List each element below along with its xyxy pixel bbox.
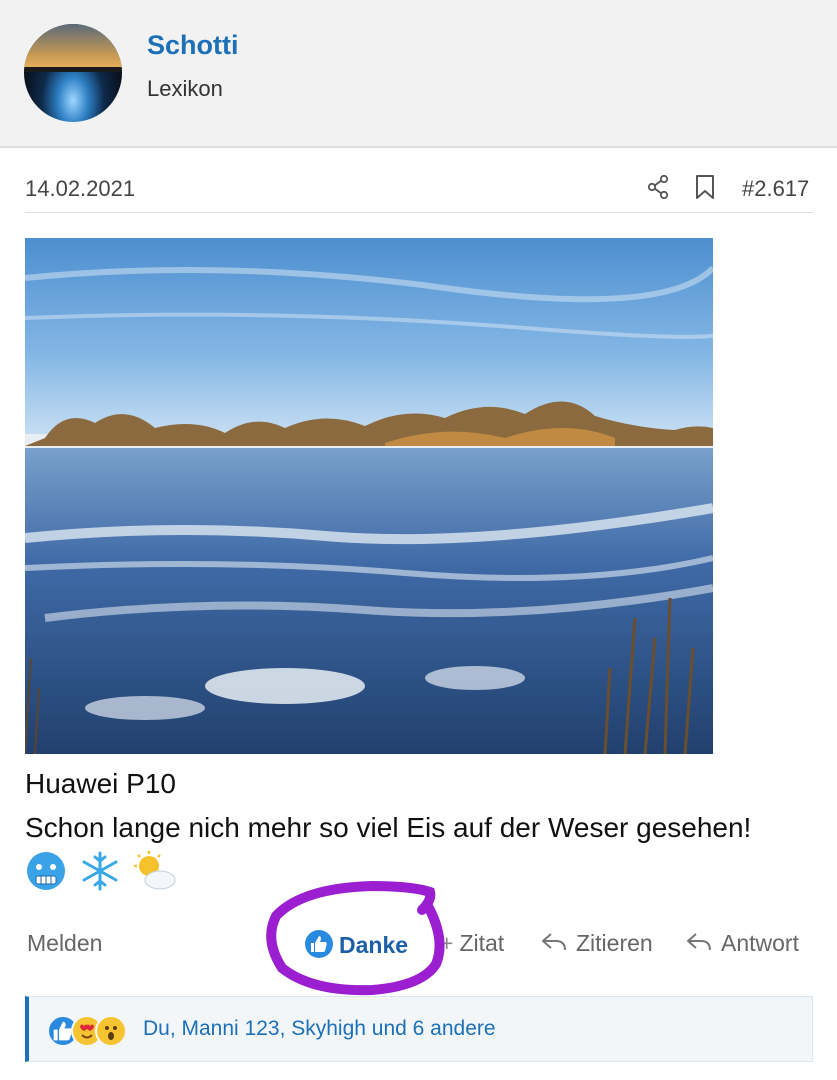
cite-button[interactable]: Zitieren xyxy=(540,930,653,957)
reaction-icons xyxy=(47,1015,137,1047)
divider xyxy=(25,212,813,213)
bookmark-icon[interactable] xyxy=(694,174,716,200)
avatar[interactable] xyxy=(24,24,122,122)
reaction-users-text[interactable]: Du, Manni 123, Skyhigh und 6 andere xyxy=(143,1017,496,1041)
reply-arrow-icon xyxy=(687,933,711,951)
reaction-summary[interactable]: Du, Manni 123, Skyhigh und 6 andere xyxy=(25,996,813,1062)
report-button[interactable]: Melden xyxy=(27,930,102,957)
sun-behind-cloud-emoji xyxy=(131,850,177,897)
cold-face-emoji xyxy=(25,850,67,897)
post-text-line: Huawei P10 xyxy=(25,768,176,799)
snowflake-emoji xyxy=(79,850,121,897)
highlight-annotation-circle xyxy=(266,880,445,996)
username-link[interactable]: Schotti xyxy=(147,30,239,61)
post-author-header: Schotti Lexikon xyxy=(0,0,837,148)
wow-reaction-icon xyxy=(95,1015,127,1047)
post-number-link[interactable]: #2.617 xyxy=(742,176,809,202)
post-photo-river-ice[interactable] xyxy=(25,238,713,754)
share-icon[interactable] xyxy=(646,174,670,200)
cite-label: Zitieren xyxy=(576,930,653,956)
post-text-line: Schon lange nich mehr so viel Eis auf de… xyxy=(25,812,752,843)
reply-button[interactable]: Antwort xyxy=(685,930,799,957)
reply-arrow-icon xyxy=(542,933,566,951)
reply-label: Antwort xyxy=(721,930,799,956)
quote-label: Zitat xyxy=(459,930,505,956)
user-title: Lexikon xyxy=(147,76,223,101)
post-date[interactable]: 14.02.2021 xyxy=(25,176,135,202)
